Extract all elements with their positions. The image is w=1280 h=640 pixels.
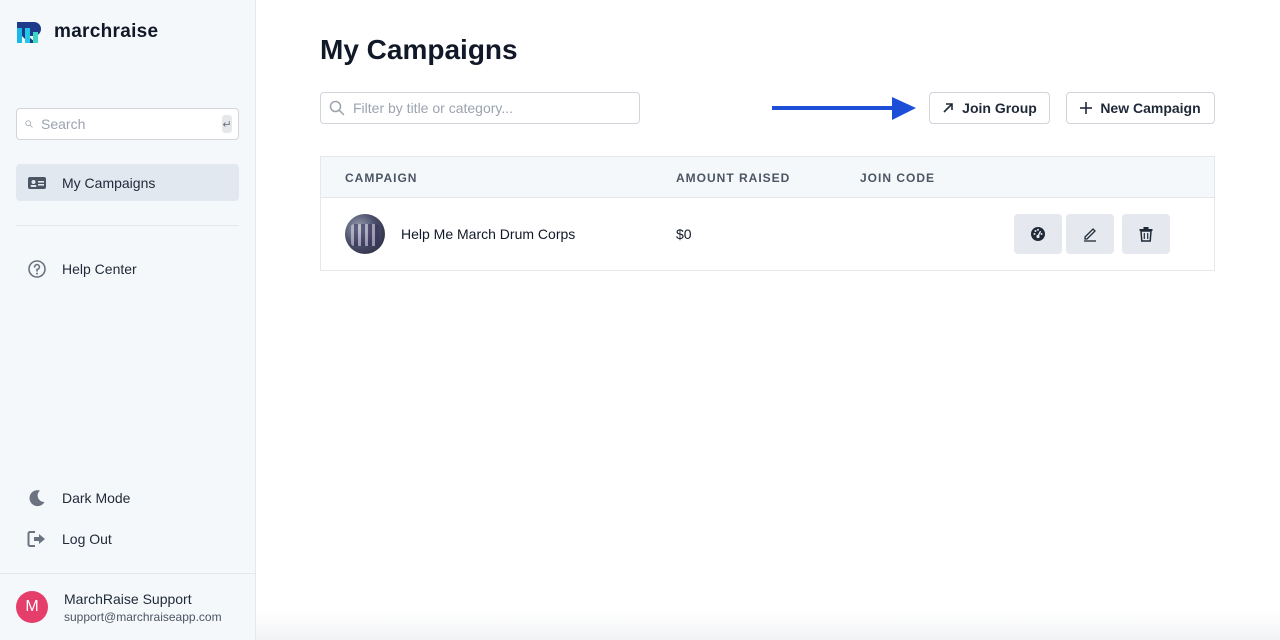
enter-key-icon: ↵ (222, 115, 232, 133)
avatar: M (16, 591, 48, 623)
sidebar-item-label: Help Center (62, 260, 137, 277)
table-header: CAMPAIGN AMOUNT RAISED JOIN CODE (321, 157, 1214, 198)
question-circle-icon (26, 258, 48, 280)
sidebar-search[interactable]: ↵ (16, 108, 239, 140)
page-title: My Campaigns (320, 34, 518, 65)
trash-icon (1139, 227, 1153, 242)
user-info: MarchRaise Support support@marchraiseapp… (64, 591, 222, 624)
delete-button[interactable] (1122, 214, 1170, 254)
plus-icon (1080, 102, 1093, 114)
column-header-amount-raised: AMOUNT RAISED (676, 171, 791, 185)
dark-mode-toggle[interactable]: Dark Mode (16, 479, 239, 516)
log-out-label: Log Out (62, 530, 112, 547)
campaign-filter[interactable] (320, 92, 640, 124)
user-name: MarchRaise Support (64, 590, 192, 607)
bottom-fade (256, 610, 1280, 640)
sidebar-item-my-campaigns[interactable]: My Campaigns (16, 164, 239, 201)
campaigns-table: CAMPAIGN AMOUNT RAISED JOIN CODE Help Me… (320, 156, 1215, 271)
campaign-amount: $0 (676, 226, 692, 242)
column-header-campaign: CAMPAIGN (345, 171, 418, 185)
sidebar-item-label: My Campaigns (62, 174, 156, 191)
pencil-icon (1084, 228, 1096, 242)
user-email: support@marchraiseapp.com (64, 609, 222, 624)
sidebar-search-input[interactable] (41, 116, 222, 132)
sidebar-divider (16, 225, 239, 226)
join-group-label: Join Group (962, 100, 1037, 116)
sign-out-icon (26, 528, 48, 550)
new-campaign-button[interactable]: New Campaign (1066, 92, 1215, 124)
filter-input[interactable] (353, 100, 639, 116)
new-campaign-label: New Campaign (1100, 100, 1201, 116)
moon-icon (26, 487, 48, 509)
dark-mode-label: Dark Mode (62, 489, 131, 506)
dashboard-gauge-icon (1031, 227, 1045, 241)
sidebar: marchraise ↵ My Campaigns (0, 0, 256, 640)
edit-button[interactable] (1066, 214, 1114, 254)
join-group-button[interactable]: Join Group (929, 92, 1050, 124)
annotation-arrow-icon (772, 97, 916, 120)
marchraise-logo-icon (17, 22, 41, 43)
search-icon (329, 100, 345, 116)
dashboard-button[interactable] (1014, 214, 1062, 254)
column-header-join-code: JOIN CODE (860, 171, 936, 185)
campaign-title: Help Me March Drum Corps (401, 226, 576, 242)
brand-name: marchraise (54, 21, 159, 42)
brand-logo[interactable]: marchraise (16, 20, 158, 44)
search-icon (25, 120, 33, 128)
log-out-button[interactable]: Log Out (16, 520, 239, 557)
sidebar-item-help-center[interactable]: Help Center (16, 250, 239, 287)
id-card-icon (26, 172, 48, 194)
table-row[interactable]: Help Me March Drum Corps $0 (321, 198, 1214, 270)
arrow-up-right-icon (943, 103, 953, 113)
user-profile[interactable]: M MarchRaise Support support@marchraisea… (0, 573, 256, 640)
campaign-thumbnail (345, 214, 385, 254)
